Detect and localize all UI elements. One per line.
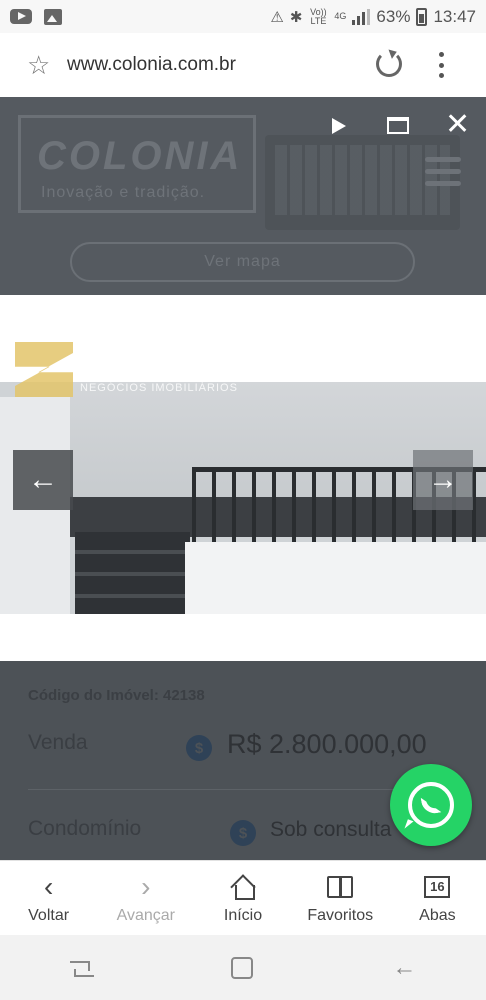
watermark-subtitle: NEGÓCIOS IMOBILIÁRIOS (80, 382, 238, 394)
bluetooth-icon: ✱ (289, 8, 303, 26)
clock: 13:47 (433, 6, 476, 26)
youtube-icon (10, 9, 32, 24)
back-label: Voltar (28, 907, 70, 924)
battery-icon (416, 7, 428, 26)
browser-url-bar: ☆ www.colonia.com.br (0, 33, 486, 97)
photo-stairs (75, 532, 190, 614)
watermark-title: COLONIA (78, 345, 217, 375)
favorites-label: Favoritos (307, 907, 374, 924)
reload-icon[interactable] (376, 51, 402, 77)
web-page: COLONIA Inovação e tradição. ✕ Ver mapa … (0, 97, 486, 860)
signal-icon (352, 8, 371, 25)
recent-apps-icon[interactable] (69, 959, 94, 977)
forward-button[interactable]: › Avançar (97, 861, 194, 935)
browser-toolbar: ‹ Voltar › Avançar Início Favoritos 16 A… (0, 860, 486, 935)
chevron-right-icon: › (141, 871, 151, 902)
site-header: COLONIA Inovação e tradição. ✕ Ver mapa (0, 97, 486, 295)
tabs-icon: 16 (424, 876, 451, 898)
carousel-prev-button[interactable]: ← (13, 450, 73, 510)
site-menu-icon[interactable] (425, 157, 461, 186)
whatsapp-icon (408, 782, 454, 828)
status-bar: ⚠ ✱ Vo)) LTE 4G 63% 13:47 (0, 0, 486, 33)
play-icon[interactable] (332, 118, 346, 134)
volte-indicator: Vo)) LTE (310, 6, 327, 26)
home-label: Início (223, 907, 263, 924)
property-photo-carousel[interactable]: COLONIA NEGÓCIOS IMOBILIÁRIOS ← → (0, 342, 486, 614)
alarm-icon: ⚠ (270, 8, 284, 26)
home-button[interactable]: Início (194, 861, 291, 935)
home-nav-icon[interactable] (230, 956, 253, 979)
home-icon (231, 876, 255, 900)
carousel-next-button[interactable]: → (413, 450, 473, 510)
view-map-button[interactable]: Ver mapa (70, 242, 415, 282)
android-nav-bar: ← (0, 935, 486, 1000)
forward-label: Avançar (116, 907, 175, 924)
condo-label: Condomínio (28, 817, 142, 840)
chevron-left-icon: ‹ (43, 871, 54, 902)
tabs-label: Abas (419, 907, 456, 924)
close-icon[interactable]: ✕ (445, 110, 470, 140)
currency-icon: $ (230, 820, 256, 846)
network-type: 4G (334, 11, 347, 21)
more-menu-icon[interactable] (436, 52, 446, 78)
favorites-button[interactable]: Favoritos (292, 861, 389, 935)
sale-price: R$ 2.800.000,00 (227, 729, 427, 759)
back-nav-icon[interactable]: ← (392, 954, 416, 982)
url-field[interactable]: www.colonia.com.br (67, 54, 236, 76)
bookmarks-icon (327, 876, 354, 898)
gallery-icon (44, 8, 62, 25)
condo-value: Sob consulta (270, 818, 392, 841)
tabs-button[interactable]: 16 Abas (389, 861, 486, 935)
back-button[interactable]: ‹ Voltar (0, 861, 97, 935)
currency-icon: $ (186, 735, 212, 761)
bookmark-star-icon[interactable]: ☆ (27, 52, 50, 78)
maximize-icon[interactable] (387, 117, 409, 134)
video-overlay-controls: ✕ (0, 97, 486, 157)
arrow-right-icon: → (428, 463, 458, 496)
battery-percent: 63% (376, 6, 411, 26)
arrow-left-icon: ← (28, 463, 58, 496)
photo-ledge (185, 542, 486, 614)
logo-tagline: Inovação e tradição. (41, 184, 206, 201)
sale-label: Venda (28, 731, 88, 754)
whatsapp-button[interactable] (390, 764, 472, 846)
property-code: Código do Imóvel: 42138 (28, 687, 205, 704)
